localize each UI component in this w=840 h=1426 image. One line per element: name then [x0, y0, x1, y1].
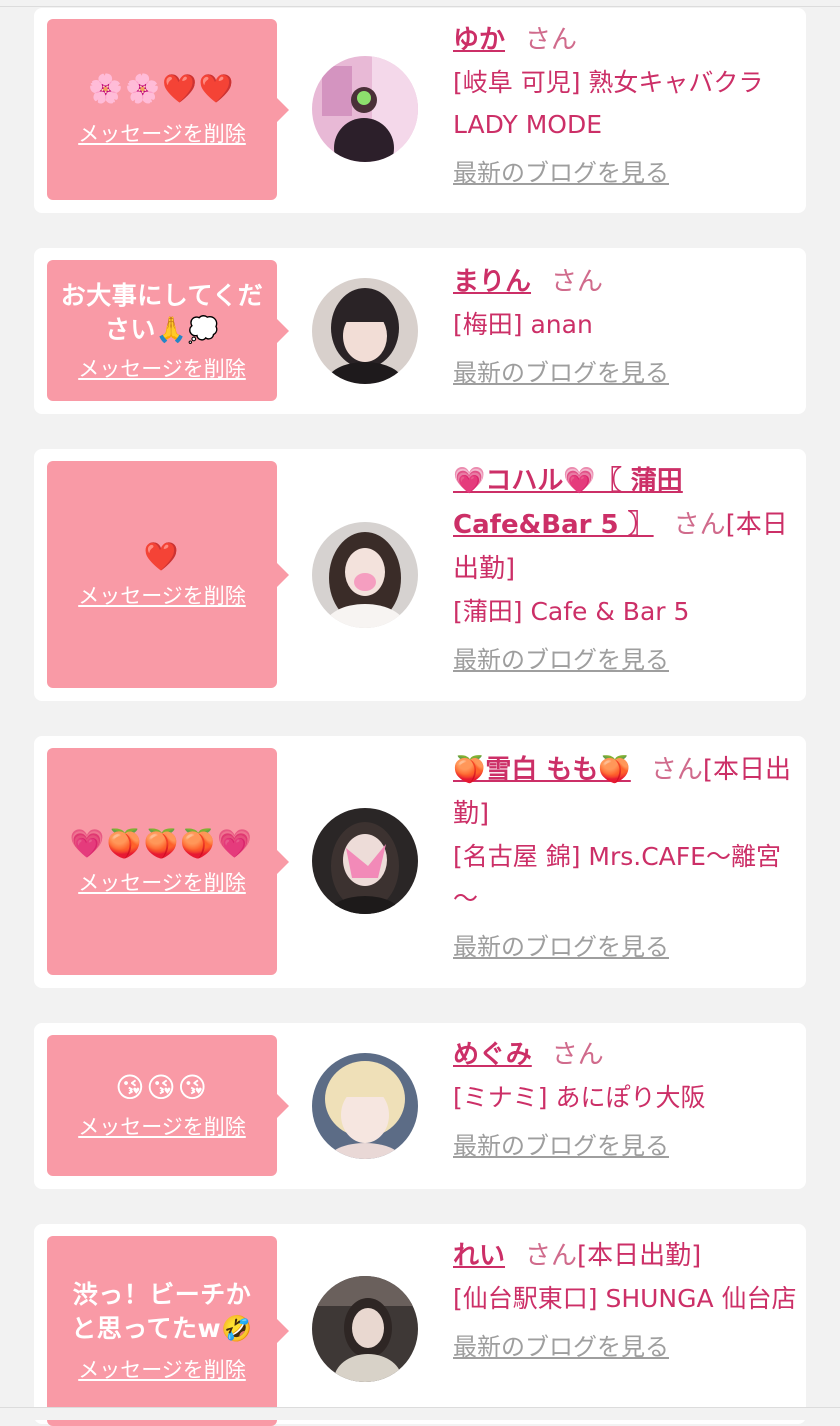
avatar[interactable] [312, 522, 418, 628]
profile-name-link[interactable]: ゆか [453, 25, 505, 55]
message-bubble: 💗🍑🍑🍑💗 メッセージを削除 [47, 748, 289, 975]
message-bubble: 🌸🌸❤️❤️ メッセージを削除 [47, 19, 289, 200]
message-card: 😘😘😘 メッセージを削除 めぐみ さん [ミナミ] あにぽり大阪 最新のブログを見… [34, 1023, 806, 1189]
profile-name-link[interactable]: まりん [453, 267, 531, 297]
shop-text: [ミナミ] あにぽり大阪 [453, 1083, 706, 1112]
latest-blog-link[interactable]: 最新のブログを見る [453, 930, 669, 964]
shop-text: [名古屋 錦] Mrs.CAFE～離宮～ [453, 842, 781, 913]
shop-text: [梅田] anan [453, 310, 593, 339]
profile-info: まりん さん [梅田] anan 最新のブログを見る [453, 260, 798, 390]
message-card: 渋っ！ビーチかと思ってたw🤣 メッセージを削除 れい さん[本日出勤] [仙台駅東… [34, 1224, 806, 1426]
avatar[interactable] [312, 1053, 418, 1159]
avatar-photo [312, 278, 418, 384]
message-bubble: お大事にしてください🙏💭 メッセージを削除 [47, 260, 289, 401]
latest-blog-link[interactable]: 最新のブログを見る [453, 356, 669, 390]
shop-text: [仙台駅東口] SHUNGA 仙台店 [453, 1284, 797, 1313]
message-bubble: 😘😘😘 メッセージを削除 [47, 1035, 289, 1176]
profile-name-link[interactable]: 💗コハル💗〖 蒲田Cafe&Bar 5 〗 [453, 466, 683, 540]
latest-blog-link[interactable]: 最新のブログを見る [453, 156, 669, 190]
avatar-photo [312, 808, 418, 914]
latest-blog-link[interactable]: 最新のブログを見る [453, 1129, 669, 1163]
message-card: お大事にしてください🙏💭 メッセージを削除 まりん さん [梅田] anan 最新… [34, 248, 806, 414]
message-text: 渋っ！ビーチかと思ってたw🤣 [71, 1280, 253, 1343]
delete-message-link[interactable]: メッセージを削除 [78, 353, 246, 383]
delete-message-link[interactable]: メッセージを削除 [78, 1111, 246, 1141]
profile-name-link[interactable]: れい [453, 1241, 505, 1271]
avatar[interactable] [312, 56, 418, 162]
profile-name-link[interactable]: めぐみ [453, 1040, 532, 1070]
message-text: ❤️ [143, 539, 181, 573]
message-text: 💗🍑🍑🍑💗 [69, 826, 255, 860]
profile-name-link[interactable]: 🍑雪白 もも🍑 [453, 755, 631, 785]
avatar[interactable] [312, 278, 418, 384]
delete-message-link[interactable]: メッセージを削除 [78, 580, 246, 610]
message-card: 💗🍑🍑🍑💗 メッセージを削除 🍑雪白 もも🍑 さん[本日出勤] [名古屋 錦] M… [34, 736, 806, 988]
avatar-photo [312, 56, 418, 162]
message-bubble: ❤️ メッセージを削除 [47, 461, 289, 688]
latest-blog-link[interactable]: 最新のブログを見る [453, 1330, 669, 1364]
honorific: さん [673, 510, 726, 540]
bottom-bar [0, 1407, 840, 1420]
message-bubble: 渋っ！ビーチかと思ってたw🤣 メッセージを削除 [47, 1236, 289, 1426]
top-divider [0, 6, 840, 7]
message-card: ❤️ メッセージを削除 💗コハル💗〖 蒲田Cafe&Bar 5 〗さん[本日出勤… [34, 449, 806, 701]
message-text: 🌸🌸❤️❤️ [88, 71, 236, 105]
delete-message-link[interactable]: メッセージを削除 [78, 867, 246, 897]
honorific: さん [525, 25, 578, 55]
profile-info: れい さん[本日出勤] [仙台駅東口] SHUNGA 仙台店 最新のブログを見る [453, 1234, 798, 1364]
profile-info: 🍑雪白 もも🍑 さん[本日出勤] [名古屋 錦] Mrs.CAFE～離宮～ 最新の… [453, 748, 798, 964]
message-text: 😘😘😘 [115, 1070, 209, 1104]
avatar-photo [312, 1276, 418, 1382]
message-card: 🌸🌸❤️❤️ メッセージを削除 ゆか さん [岐阜 可児] 熟女キャバクラ LAD… [34, 8, 806, 213]
delete-message-link[interactable]: メッセージを削除 [78, 118, 246, 148]
honorific: さん [525, 1241, 578, 1271]
profile-info: 💗コハル💗〖 蒲田Cafe&Bar 5 〗さん[本日出勤] [蒲田] Cafe … [453, 459, 798, 677]
shop-text: [蒲田] Cafe & Bar 5 [453, 597, 690, 626]
honorific: さん [551, 1040, 604, 1070]
latest-blog-link[interactable]: 最新のブログを見る [453, 643, 669, 677]
profile-info: ゆか さん [岐阜 可児] 熟女キャバクラ LADY MODE 最新のブログを見る [453, 18, 798, 190]
avatar-photo [312, 522, 418, 628]
avatar-photo [312, 1053, 418, 1159]
shop-text: [岐阜 可児] 熟女キャバクラ LADY MODE [453, 68, 764, 139]
honorific: さん [650, 755, 703, 785]
avatar[interactable] [312, 1276, 418, 1382]
working-today-label: [本日出勤] [577, 1241, 702, 1271]
message-text: お大事にしてください🙏💭 [60, 280, 264, 344]
avatar[interactable] [312, 808, 418, 914]
profile-info: めぐみ さん [ミナミ] あにぽり大阪 最新のブログを見る [453, 1033, 798, 1163]
delete-message-link[interactable]: メッセージを削除 [78, 1354, 246, 1384]
honorific: さん [551, 267, 604, 297]
